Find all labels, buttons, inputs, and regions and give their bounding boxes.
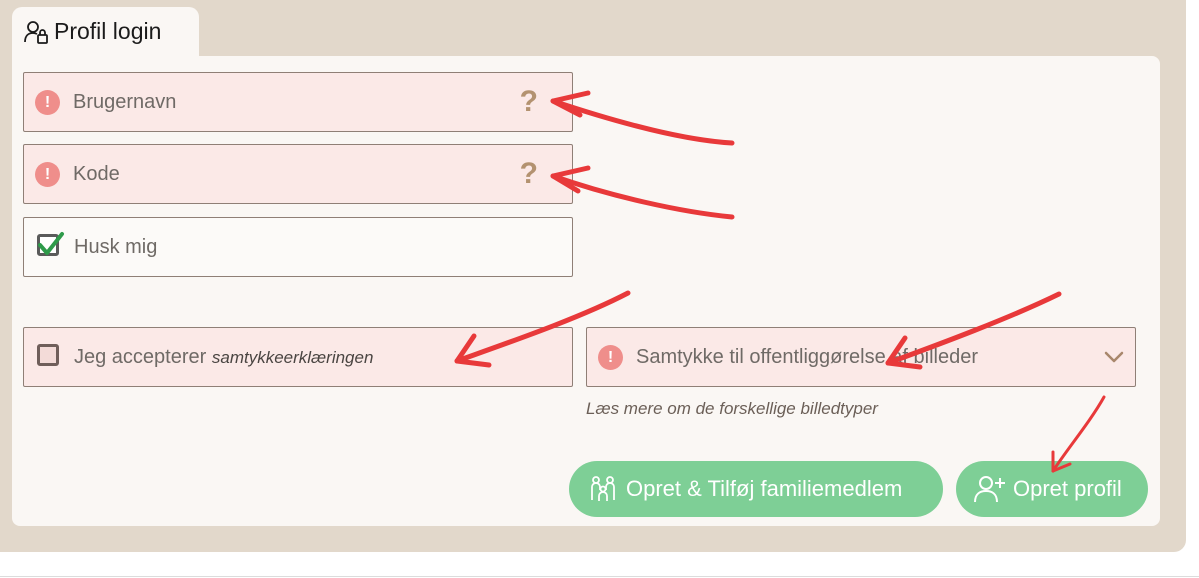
publication-consent-select[interactable]: ! Samtykke til offentliggørelse af bille… xyxy=(586,327,1136,387)
user-plus-icon xyxy=(974,476,1005,503)
publication-consent-placeholder: Samtykke til offentliggørelse af billede… xyxy=(636,346,979,368)
add-family-member-label: Opret & Tilføj familiemedlem xyxy=(626,476,903,501)
check-icon xyxy=(38,232,64,255)
add-family-member-button[interactable]: Opret & Tilføj familiemedlem xyxy=(569,461,943,517)
divider xyxy=(0,576,1199,577)
consent-checkbox[interactable] xyxy=(37,344,59,366)
chevron-down-icon xyxy=(1104,351,1124,363)
login-container: Profil login ! Brugernavn ? ! Kode ? Hus… xyxy=(0,0,1186,552)
consent-statement-link[interactable]: samtykkeerklæringen xyxy=(212,348,374,367)
tab-title: Profil login xyxy=(54,18,162,44)
username-field[interactable]: ! Brugernavn ? xyxy=(23,72,573,132)
image-types-link[interactable]: Læs mere om de forskellige billedtyper xyxy=(586,399,878,419)
consent-field[interactable]: Jeg accepterer samtykkeerklæringen xyxy=(23,327,573,387)
user-lock-icon xyxy=(24,21,48,44)
consent-label-prefix: Jeg accepterer xyxy=(74,346,212,368)
password-field[interactable]: ! Kode ? xyxy=(23,144,573,204)
username-placeholder: Brugernavn xyxy=(73,91,177,113)
error-icon: ! xyxy=(598,345,623,370)
error-icon: ! xyxy=(35,90,60,115)
help-icon[interactable]: ? xyxy=(520,157,538,191)
help-icon[interactable]: ? xyxy=(520,85,538,119)
password-placeholder: Kode xyxy=(73,163,120,185)
family-icon xyxy=(591,476,615,501)
create-profile-label: Opret profil xyxy=(1013,476,1122,501)
consent-label: Jeg accepterer samtykkeerklæringen xyxy=(74,346,373,369)
remember-me-label: Husk mig xyxy=(74,236,158,258)
error-icon: ! xyxy=(35,162,60,187)
remember-me-field[interactable]: Husk mig xyxy=(23,217,573,277)
create-profile-button[interactable]: Opret profil xyxy=(956,461,1148,517)
